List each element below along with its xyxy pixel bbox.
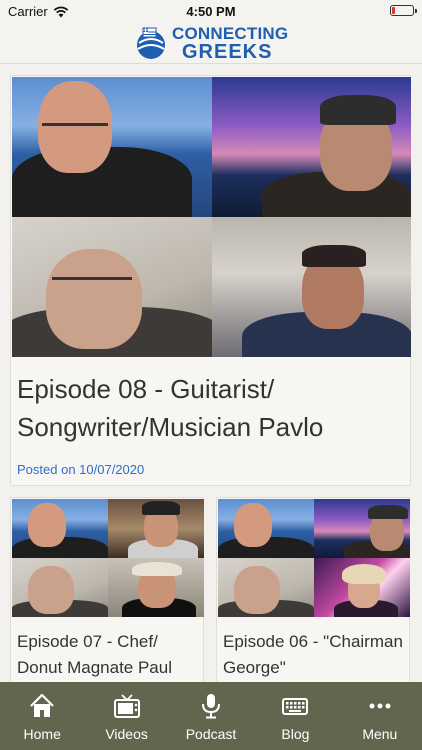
tab-videos[interactable]: Videos: [84, 682, 168, 750]
bottom-tab-bar: Home Videos Podcast Blog Menu: [0, 682, 422, 750]
video-participant-2: [108, 499, 204, 558]
home-icon: [30, 693, 54, 717]
episode-thumbnail[interactable]: [12, 77, 411, 357]
video-participant-2: [212, 77, 411, 217]
tab-home[interactable]: Home: [0, 682, 84, 750]
episode-title[interactable]: Episode 07 - Chef/ Donut Magnate Paul: [17, 629, 202, 681]
app-logo[interactable]: CONNECTING GREEKS: [134, 23, 289, 63]
battery-icon: [390, 5, 417, 16]
logo-text-top: CONNECTING: [172, 23, 289, 43]
status-bar: Carrier 4:50 PM: [0, 0, 422, 22]
episode-thumbnail[interactable]: [218, 499, 410, 617]
video-participant-4: [108, 558, 204, 617]
featured-episode-card[interactable]: Episode 08 - Guitarist/ Songwriter/Music…: [10, 75, 411, 486]
video-participant-3: [218, 558, 314, 617]
episode-card-06[interactable]: Episode 06 - "Chairman George": [216, 497, 410, 682]
featured-episode-title[interactable]: Episode 08 - Guitarist/ Songwriter/Music…: [17, 370, 397, 446]
video-participant-3: [12, 217, 212, 357]
video-participant-1: [12, 499, 108, 558]
video-participant-1: [218, 499, 314, 558]
tab-home-label: Home: [23, 726, 61, 742]
logo-text-bottom: GREEKS: [182, 40, 273, 63]
keyboard-icon: [282, 698, 309, 715]
app-header: CONNECTING GREEKS: [0, 22, 422, 64]
more-icon: [369, 703, 391, 709]
tab-blog[interactable]: Blog: [253, 682, 337, 750]
video-participant-1: [12, 77, 212, 217]
episode-list[interactable]: Episode 08 - Guitarist/ Songwriter/Music…: [0, 65, 422, 682]
tab-videos-label: Videos: [105, 726, 148, 742]
tab-podcast-label: Podcast: [185, 726, 237, 742]
episode-title[interactable]: Episode 06 - "Chairman George": [223, 629, 408, 681]
tab-menu-label: Menu: [362, 726, 398, 742]
tv-icon: [113, 694, 140, 718]
featured-episode-date: Posted on 10/07/2020: [17, 462, 145, 477]
episode-card-07[interactable]: Episode 07 - Chef/ Donut Magnate Paul: [10, 497, 204, 682]
status-time: 4:50 PM: [186, 4, 236, 19]
tab-menu[interactable]: Menu: [338, 682, 422, 750]
video-participant-3: [12, 558, 108, 617]
video-participant-4: [212, 217, 411, 357]
video-participant-2: [314, 499, 410, 558]
globe-flag-icon: [137, 27, 165, 59]
video-participant-4: [314, 558, 410, 617]
tab-podcast[interactable]: Podcast: [169, 682, 253, 750]
tab-blog-label: Blog: [281, 726, 310, 742]
microphone-icon: [202, 694, 221, 719]
episode-thumbnail[interactable]: [12, 499, 204, 617]
